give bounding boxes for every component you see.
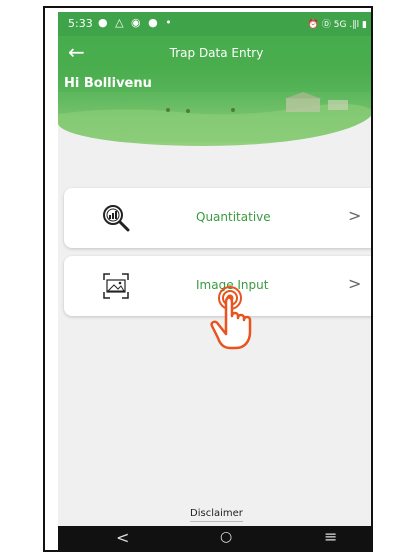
- farm-landscape-illustration: [58, 92, 371, 142]
- nav-home-icon[interactable]: ○: [220, 529, 232, 545]
- user-greeting: Hi Bollivenu: [64, 76, 152, 91]
- chevron-right-icon: >: [348, 206, 362, 225]
- option-card-quantitative[interactable]: Quantitative >: [64, 188, 371, 248]
- status-notification-icons: ● △ ◉ ● •: [98, 16, 174, 29]
- magnifier-chart-icon: [103, 205, 130, 232]
- option-label: Quantitative: [196, 210, 271, 224]
- disclaimer-link[interactable]: Disclaimer: [58, 508, 371, 522]
- status-time: 5:33: [68, 17, 93, 30]
- screenshot-frame: 5:33 ● △ ◉ ● • ⏰ Ⓓ 5G .∥l ▮ ← Trap Data …: [43, 6, 373, 552]
- system-nav-bar: < ○ ≡: [58, 526, 371, 550]
- phone-screen: 5:33 ● △ ◉ ● • ⏰ Ⓓ 5G .∥l ▮ ← Trap Data …: [58, 12, 371, 550]
- page-title: Trap Data Entry: [169, 46, 264, 60]
- disclaimer-label: Disclaimer: [190, 508, 243, 522]
- chevron-right-icon: >: [348, 274, 362, 293]
- status-system-icons: ⏰ Ⓓ 5G .∥l ▮: [307, 20, 367, 30]
- status-bar: 5:33 ● △ ◉ ● • ⏰ Ⓓ 5G .∥l ▮: [58, 12, 371, 36]
- image-scan-icon: [103, 273, 129, 299]
- nav-back-icon[interactable]: <: [116, 528, 129, 547]
- app-header: ← Trap Data Entry Hi Bollivenu: [58, 36, 371, 146]
- nav-recents-icon[interactable]: ≡: [324, 527, 337, 546]
- tap-gesture-hand-icon: [210, 286, 252, 350]
